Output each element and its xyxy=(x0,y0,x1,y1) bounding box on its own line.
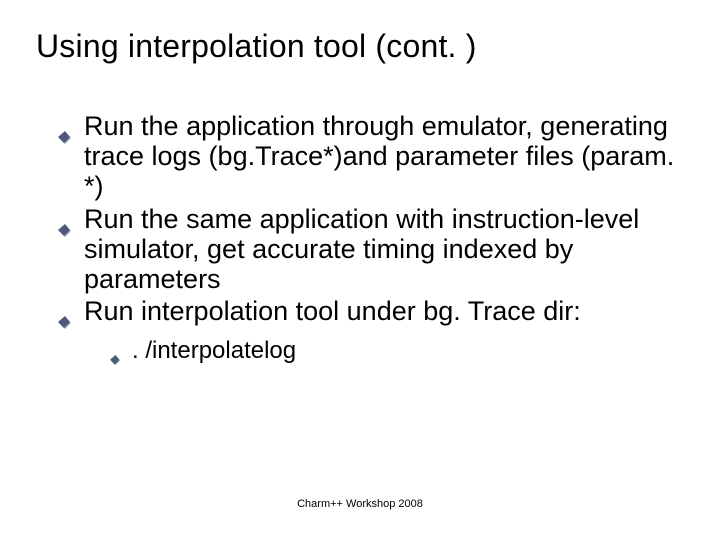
slide-title: Using interpolation tool (cont. ) xyxy=(36,28,684,65)
slide: Using interpolation tool (cont. ) Run th… xyxy=(0,0,720,540)
list-item-text: Run the application through emulator, ge… xyxy=(84,111,674,201)
list-item: Run interpolation tool under bg. Trace d… xyxy=(58,296,684,365)
list-item: Run the same application with instructio… xyxy=(58,204,684,295)
list-item: Run the application through emulator, ge… xyxy=(58,111,684,202)
slide-footer: Charm++ Workshop 2008 xyxy=(0,498,720,510)
sub-bullet-list: . /interpolatelog xyxy=(84,337,684,366)
list-item-text: . /interpolatelog xyxy=(132,337,296,364)
list-item-text: Run the same application with instructio… xyxy=(84,204,639,294)
list-item-text: Run interpolation tool under bg. Trace d… xyxy=(84,296,581,326)
diamond-bullet-icon xyxy=(58,214,72,228)
list-item: . /interpolatelog xyxy=(110,337,684,366)
diamond-bullet-icon xyxy=(110,345,121,356)
diamond-bullet-icon xyxy=(58,306,72,320)
diamond-bullet-icon xyxy=(58,121,72,135)
bullet-list: Run the application through emulator, ge… xyxy=(36,111,684,365)
